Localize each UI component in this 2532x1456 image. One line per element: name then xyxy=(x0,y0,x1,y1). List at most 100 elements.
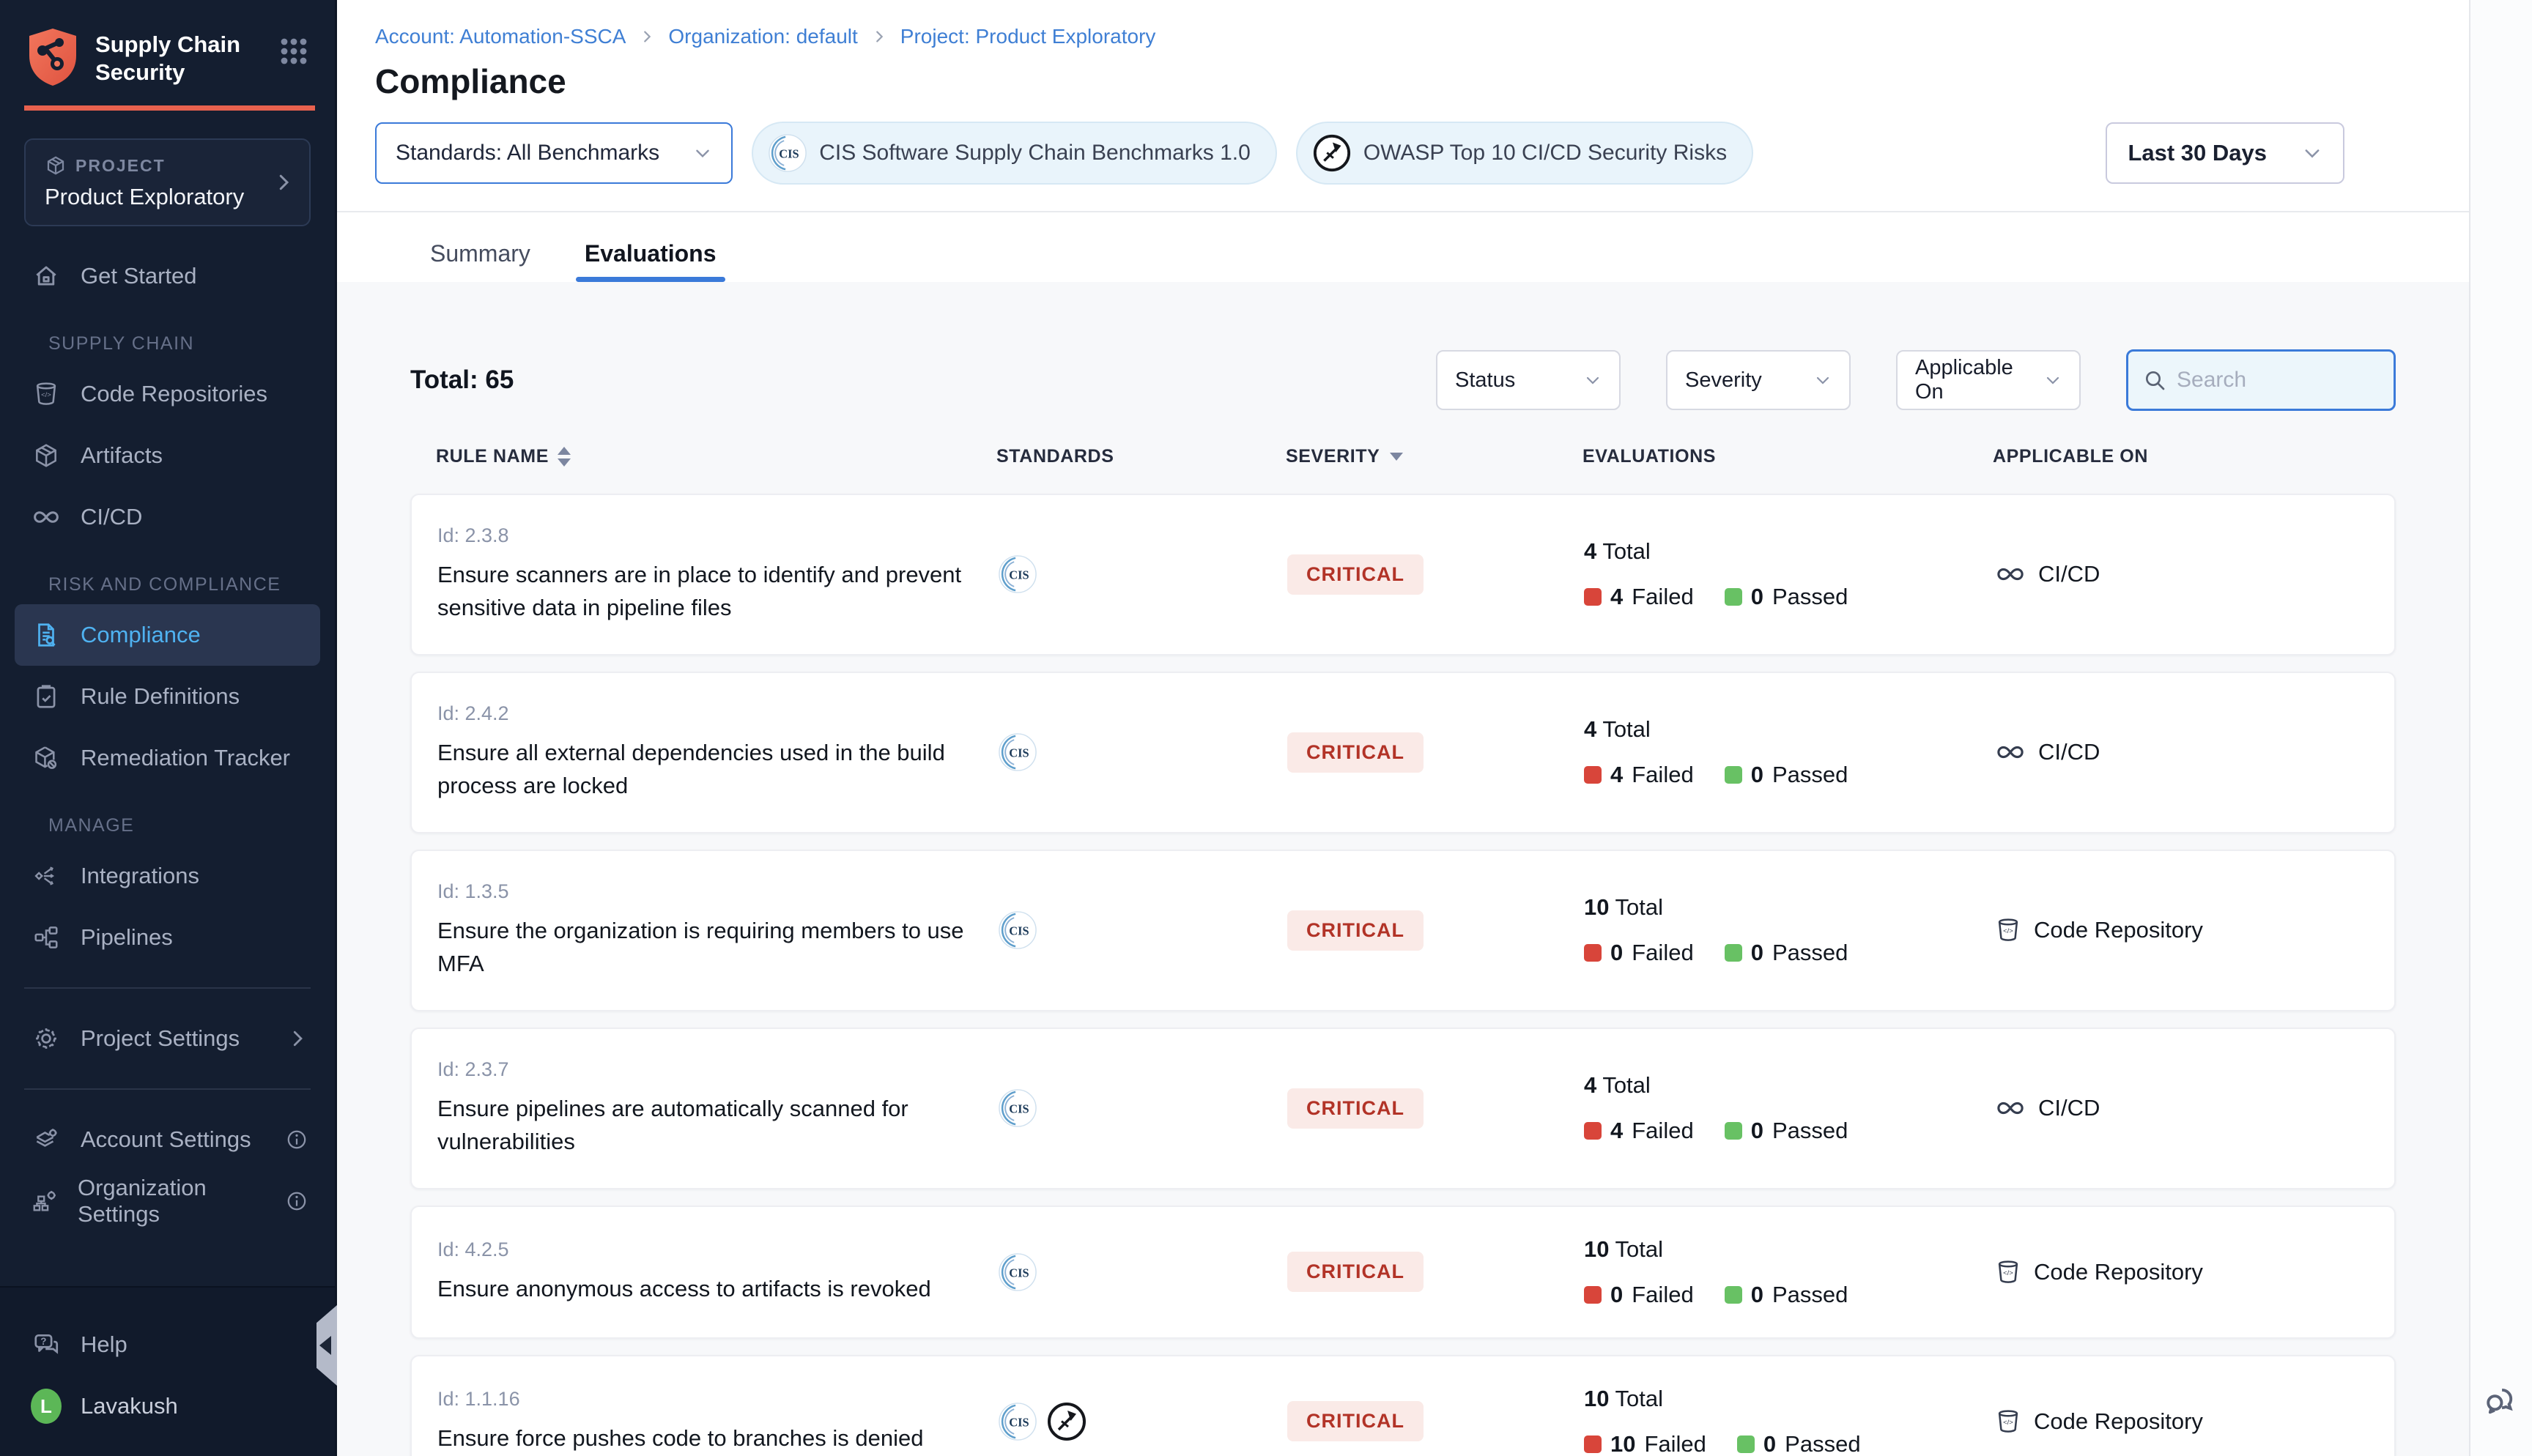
pipelines-icon xyxy=(31,924,62,951)
table-row[interactable]: Id: 2.4.2Ensure all external dependencie… xyxy=(410,672,2396,833)
cis-logo-icon: CIS xyxy=(998,910,1037,950)
sort-icon[interactable] xyxy=(558,447,571,467)
applicable-on: CI/CD xyxy=(1994,736,2394,768)
standard-chip-cis[interactable]: CIS CIS Software Supply Chain Benchmarks… xyxy=(752,122,1277,185)
status-dropdown[interactable]: Status xyxy=(1436,350,1621,410)
evaluations-total: 10 Total xyxy=(1584,1386,1994,1412)
code-repository-icon: </> xyxy=(1994,916,2022,944)
nav-divider xyxy=(24,987,311,989)
sidebar-item-user[interactable]: L Lavakush xyxy=(15,1375,320,1437)
tabs: Summary Evaluations xyxy=(337,212,2469,282)
total-count: Total: 65 xyxy=(410,365,514,395)
sidebar-item-rule-definitions[interactable]: Rule Definitions xyxy=(15,666,320,727)
column-header-rule-name[interactable]: RULE NAME xyxy=(436,446,549,467)
severity-badge: CRITICAL xyxy=(1287,1401,1424,1441)
svg-text:</>: </> xyxy=(41,391,51,399)
nav-section-supply-chain: SUPPLY CHAIN xyxy=(48,333,335,354)
cis-logo-icon: CIS xyxy=(998,1088,1037,1128)
breadcrumb: Account: Automation-SSCA Organization: d… xyxy=(375,25,2435,48)
breadcrumb-organization[interactable]: Organization: default xyxy=(668,25,857,48)
table-row[interactable]: Id: 1.1.16Ensure force pushes code to br… xyxy=(410,1355,2396,1456)
failed-square-icon xyxy=(1584,1435,1602,1453)
cicd-icon xyxy=(1994,736,2026,768)
cicd-icon xyxy=(31,501,62,533)
applicable-on: </>Code Repository xyxy=(1994,1258,2394,1286)
sidebar-item-account-settings[interactable]: Account Settings xyxy=(15,1109,320,1170)
standards-icons: CIS xyxy=(998,910,1287,950)
chevron-right-icon xyxy=(639,29,655,45)
support-chat-icon[interactable] xyxy=(2482,1381,2520,1419)
failed-square-icon xyxy=(1584,588,1602,606)
chevron-right-icon xyxy=(871,29,887,45)
code-repositories-icon: </> xyxy=(31,380,62,408)
brand-header: Supply Chain Security xyxy=(0,0,335,105)
cis-logo-icon: CIS xyxy=(998,1252,1037,1292)
sidebar-nav: Get Started SUPPLY CHAIN </>Code Repositor… xyxy=(0,226,335,1232)
project-box-icon xyxy=(45,155,67,177)
sidebar-item-artifacts[interactable]: Artifacts xyxy=(15,425,320,486)
applicable-on: CI/CD xyxy=(1994,558,2394,590)
applicable-on-dropdown[interactable]: Applicable On xyxy=(1896,350,2081,410)
sidebar-item-ci-cd[interactable]: CI/CD xyxy=(15,486,320,548)
sidebar-item-pipelines[interactable]: Pipelines xyxy=(15,907,320,968)
passed-square-icon xyxy=(1737,1435,1755,1453)
svg-text:?: ? xyxy=(40,1336,46,1347)
cicd-icon xyxy=(1994,558,2026,590)
sidebar-item-project-settings[interactable]: Project Settings xyxy=(15,1008,320,1069)
sidebar-item-compliance[interactable]: Compliance xyxy=(15,604,320,666)
rule-id: Id: 2.4.2 xyxy=(437,702,998,725)
remediation-tracker-icon xyxy=(31,744,62,772)
standards-icons: CIS xyxy=(998,1088,1287,1128)
failed-count: 4Failed xyxy=(1584,584,1694,610)
organization-settings-icon xyxy=(31,1187,59,1215)
sort-desc-icon[interactable] xyxy=(1390,453,1403,461)
breadcrumb-project[interactable]: Project: Product Exploratory xyxy=(900,25,1156,48)
project-selector[interactable]: PROJECT Product Exploratory xyxy=(24,138,311,226)
severity-badge: CRITICAL xyxy=(1287,732,1424,773)
chevron-down-icon xyxy=(1584,371,1602,389)
table-row[interactable]: Id: 4.2.5Ensure anonymous access to arti… xyxy=(410,1206,2396,1339)
breadcrumb-account[interactable]: Account: Automation-SSCA xyxy=(375,25,626,48)
search-input[interactable] xyxy=(2177,368,2379,393)
standard-chip-owasp[interactable]: OWASP Top 10 CI/CD Security Risks xyxy=(1296,122,1753,185)
chevron-down-icon xyxy=(693,144,712,163)
info-icon xyxy=(285,1128,308,1151)
passed-count: 0Passed xyxy=(1725,762,1848,788)
column-header-severity[interactable]: SEVERITY xyxy=(1286,446,1380,467)
search-box xyxy=(2126,349,2396,411)
standards-dropdown[interactable]: Standards: All Benchmarks xyxy=(375,122,733,184)
svg-text:CIS: CIS xyxy=(1009,1266,1029,1279)
sidebar-item-remediation-tracker[interactable]: Remediation Tracker xyxy=(15,727,320,789)
severity-dropdown[interactable]: Severity xyxy=(1666,350,1851,410)
user-avatar: L xyxy=(31,1389,62,1424)
sidebar-item-help[interactable]: ? Help xyxy=(15,1314,320,1375)
table-row[interactable]: Id: 1.3.5Ensure the organization is requ… xyxy=(410,850,2396,1011)
table-row[interactable]: Id: 2.3.7Ensure pipelines are automatica… xyxy=(410,1028,2396,1189)
severity-badge: CRITICAL xyxy=(1287,554,1424,595)
sidebar-item-code-repositories[interactable]: </>Code Repositories xyxy=(15,363,320,425)
code-repository-icon: </> xyxy=(1994,1258,2022,1286)
chevron-right-icon xyxy=(286,1028,308,1050)
table-row[interactable]: Id: 2.3.8Ensure scanners are in place to… xyxy=(410,494,2396,655)
column-header-evaluations: EVALUATIONS xyxy=(1582,446,1993,467)
passed-square-icon xyxy=(1725,1122,1742,1140)
apps-grid-icon[interactable] xyxy=(279,37,308,66)
topbar: Account: Automation-SSCA Organization: d… xyxy=(337,0,2469,101)
artifacts-icon xyxy=(31,442,62,469)
severity-badge: CRITICAL xyxy=(1287,1088,1424,1129)
rule-name: Ensure scanners are in place to identify… xyxy=(437,559,994,625)
tab-evaluations[interactable]: Evaluations xyxy=(576,230,725,282)
passed-square-icon xyxy=(1725,766,1742,784)
sidebar-item-get-started[interactable]: Get Started xyxy=(15,245,320,307)
tab-summary[interactable]: Summary xyxy=(421,230,539,282)
rule-id: Id: 1.1.16 xyxy=(437,1388,998,1411)
failed-square-icon xyxy=(1584,766,1602,784)
brand-title: Supply Chain Security xyxy=(95,26,240,86)
standards-icons: CIS xyxy=(998,554,1287,594)
date-range-dropdown[interactable]: Last 30 Days xyxy=(2106,122,2344,184)
integrations-icon xyxy=(31,862,62,890)
cis-logo-icon: CIS xyxy=(998,1402,1037,1441)
sidebar-item-organization-settings[interactable]: Organization Settings xyxy=(15,1170,320,1232)
sidebar-item-integrations[interactable]: Integrations xyxy=(15,845,320,907)
rule-name: Ensure the organization is requiring mem… xyxy=(437,915,994,981)
